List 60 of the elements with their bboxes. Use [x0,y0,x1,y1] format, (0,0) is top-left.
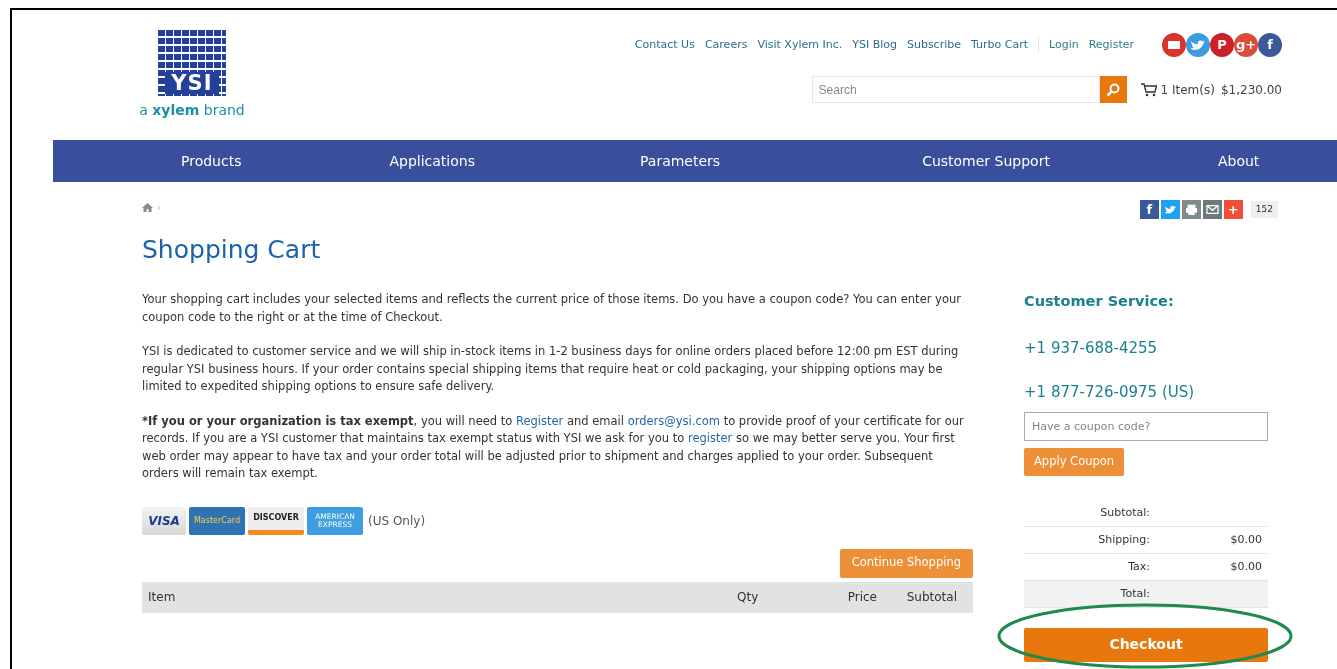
cart-total[interactable]: $1,230.00 [1220,80,1282,99]
ysi-logo[interactable]: YSI [158,30,226,96]
payment-note: (US Only) [368,512,426,530]
text-link[interactable]: orders@ysi.com [627,413,720,428]
header-link[interactable]: Careers [704,36,748,54]
header-link[interactable]: YSI Blog [852,36,897,54]
video-icon[interactable] [1162,33,1186,57]
payment-card: VISA [142,506,186,535]
email-icon[interactable] [1202,200,1222,219]
bird-icon[interactable] [1186,33,1210,57]
column-header: Price [846,589,877,606]
header-link[interactable]: Turbo Cart [971,36,1028,54]
printer-icon[interactable] [1181,200,1201,219]
customer-service-heading: Customer Service: [1024,292,1175,311]
breadcrumb-separator: › [157,201,161,215]
cart-item-count[interactable]: 1 Item(s) [1160,80,1215,99]
social-icon[interactable]: f [1139,200,1159,219]
search-icon [1106,82,1121,97]
column-header: Qty [737,589,760,606]
nav-item[interactable]: About [1217,150,1260,172]
totals-label: Subtotal: [1099,504,1150,521]
brand-tagline: a xylem brand [139,101,245,120]
body-paragraph: YSI is dedicated to customer service and we will ship in-stock items in 1-2 business days for online orders placed before 12:00 pm EST during regular YSI business hours. If your order contains special shipping items that require heat or cold packaging, your shipping options may be limited to expedited shipping options to ensure safe delivery. [142,343,960,395]
header-link[interactable]: Visit Xylem Inc. [757,36,843,54]
header-link[interactable]: Contact Us [634,36,695,54]
account-link[interactable]: Login [1049,36,1079,54]
nav-item[interactable]: Parameters [640,150,721,172]
totals-label: Tax: [1127,558,1150,575]
totals-value: $0.00 [1229,558,1263,575]
header-link[interactable]: Subscribe [906,36,961,54]
cart-icon[interactable] [1140,82,1157,97]
body-paragraph: Your shopping cart includes your selected items and reflects the current price of those items. Do you have a coupon code? You can enter your coupon code to the right or at the time of Checkout. [142,291,962,326]
account-link[interactable]: Register [1088,36,1134,54]
nav-item[interactable]: Customer Support [922,150,1050,172]
coupon-code-field[interactable]: Have a coupon code? [1024,411,1268,441]
logo-text: YSI [165,72,219,94]
phone-number[interactable]: +1 877-726-0975 (US) [1024,381,1268,404]
nav-item[interactable]: Applications [389,150,475,172]
column-header: Item [148,589,177,606]
body-paragraph: *If you or your organization is tax exempt, you will need to Register and email orders@ysi.com to provide proof of your certificate for our records. If you are a YSI customer that maintains tax exempt status with YSI we ask for you to register so we may better serve you. Your first web order may appear to have tax and your order total will be adjusted prior to shipment and charges applied to your order. Subsequent orders will remain tax exempt. [142,412,965,482]
text-link[interactable]: register [687,431,733,445]
search-button[interactable] [1099,76,1127,103]
nav-item[interactable]: Products [53,150,242,172]
search-field[interactable]: Search [811,76,1100,103]
social-icon[interactable]: + [1223,200,1243,219]
social-icon[interactable]: P [1210,33,1234,57]
social-icon[interactable]: f [1258,33,1282,57]
text-link[interactable]: Register [515,413,564,428]
totals-label: Shipping: [1097,531,1150,548]
share-count: 152 [1250,200,1278,219]
totals-value: $0.00 [1229,531,1263,548]
payment-card: DISCOVER [248,506,304,535]
home-icon[interactable] [142,203,153,212]
totals-label: Total: [1119,585,1150,602]
page-title: Shopping Cart [142,235,322,265]
payment-card: MasterCard [189,506,245,535]
column-header: Subtotal [905,589,958,606]
social-icon[interactable]: g+ [1234,33,1258,57]
phone-number[interactable]: +1 937-688-4255 [1024,336,1268,360]
bird-icon[interactable] [1160,200,1180,219]
